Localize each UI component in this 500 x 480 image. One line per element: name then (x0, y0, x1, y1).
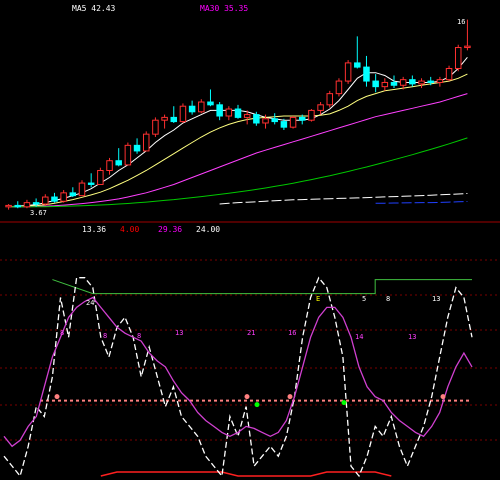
candle-body (51, 196, 58, 202)
candle-body (23, 202, 31, 208)
candle-body (390, 81, 398, 86)
candle-body (427, 80, 434, 83)
candle-body (381, 81, 389, 88)
candle-body (69, 192, 77, 197)
level-marker (440, 394, 446, 400)
candle-body (124, 144, 132, 166)
level-marker (287, 394, 293, 400)
candle-body (87, 182, 95, 185)
candle-body (317, 104, 324, 111)
ma30-label: MA30 35.35 (200, 4, 248, 13)
candle-body (97, 169, 104, 185)
level-marker-green (341, 400, 347, 406)
annotation-24: 24 (86, 299, 94, 307)
candle-body (161, 116, 168, 121)
candle-body (207, 101, 214, 106)
candle-body (253, 114, 260, 124)
indicator-field-5: 24.00 (196, 225, 220, 234)
level-marker (244, 394, 250, 400)
annotation-8a: 8 (60, 329, 64, 337)
annotation-21: 21 (247, 329, 255, 337)
candle-body (335, 80, 343, 95)
candle-body (106, 160, 113, 171)
candle-body (409, 79, 416, 85)
annotation-e: E (316, 295, 320, 303)
candle-body (326, 93, 334, 106)
annotation-13c: 13 (432, 295, 440, 303)
candle-body (188, 105, 196, 113)
candle-body (454, 47, 462, 69)
level-marker (54, 394, 60, 400)
candle-body (42, 196, 49, 205)
annotation-8b: 8 (103, 332, 107, 340)
candle-body (243, 114, 251, 118)
candle-body (78, 182, 86, 197)
candle-body (418, 80, 425, 85)
low-price-mark: 3.67 (30, 209, 47, 217)
background (0, 0, 500, 480)
annotation-16: 16 (288, 329, 296, 337)
ma5-label: MA5 42.43 (72, 4, 116, 13)
candle-body (354, 62, 361, 68)
candle-body (234, 108, 242, 118)
candle-body (308, 109, 315, 121)
candle-body (170, 116, 178, 123)
chart-stage: MA5 42.43 MA30 35.35 16 3.67 13.36 4.00 … (0, 0, 500, 480)
candle-body (344, 62, 352, 82)
annotation-13b: 13 (408, 333, 416, 341)
candle-body (142, 133, 150, 152)
candle-body (262, 118, 269, 124)
candle-body (271, 118, 278, 123)
annotation-8c: 8 (137, 332, 141, 340)
candle-body (216, 104, 223, 117)
indicator-field-3: 4.00 (120, 225, 139, 234)
candle-body (464, 45, 471, 49)
candle-body (436, 79, 444, 83)
candle-body (32, 202, 40, 205)
indicator-field-4: 29.36 (158, 225, 182, 234)
candle-body (152, 119, 159, 135)
candle-body (225, 108, 233, 117)
candle-body (372, 80, 379, 88)
candle-body (399, 79, 407, 86)
candle-body (115, 160, 122, 166)
candle-body (280, 121, 288, 128)
candle-body (198, 101, 205, 113)
candle-body (289, 116, 297, 128)
level-marker-green (254, 402, 260, 408)
annotation-8d: 8 (386, 295, 390, 303)
indicator-field-2: 13.36 (82, 225, 106, 234)
annotation-13a: 13 (175, 329, 183, 337)
candle-body (133, 144, 141, 152)
candle-body (179, 105, 187, 123)
candle-body (60, 192, 67, 202)
high-price-mark: 16 (457, 18, 465, 26)
candle-body (5, 204, 12, 208)
candle-body (445, 67, 453, 81)
annotation-5: 5 (362, 295, 366, 303)
candle-body (363, 66, 370, 82)
annotation-14: 14 (355, 333, 363, 341)
candle-body (298, 116, 306, 121)
candle-body (14, 204, 22, 208)
